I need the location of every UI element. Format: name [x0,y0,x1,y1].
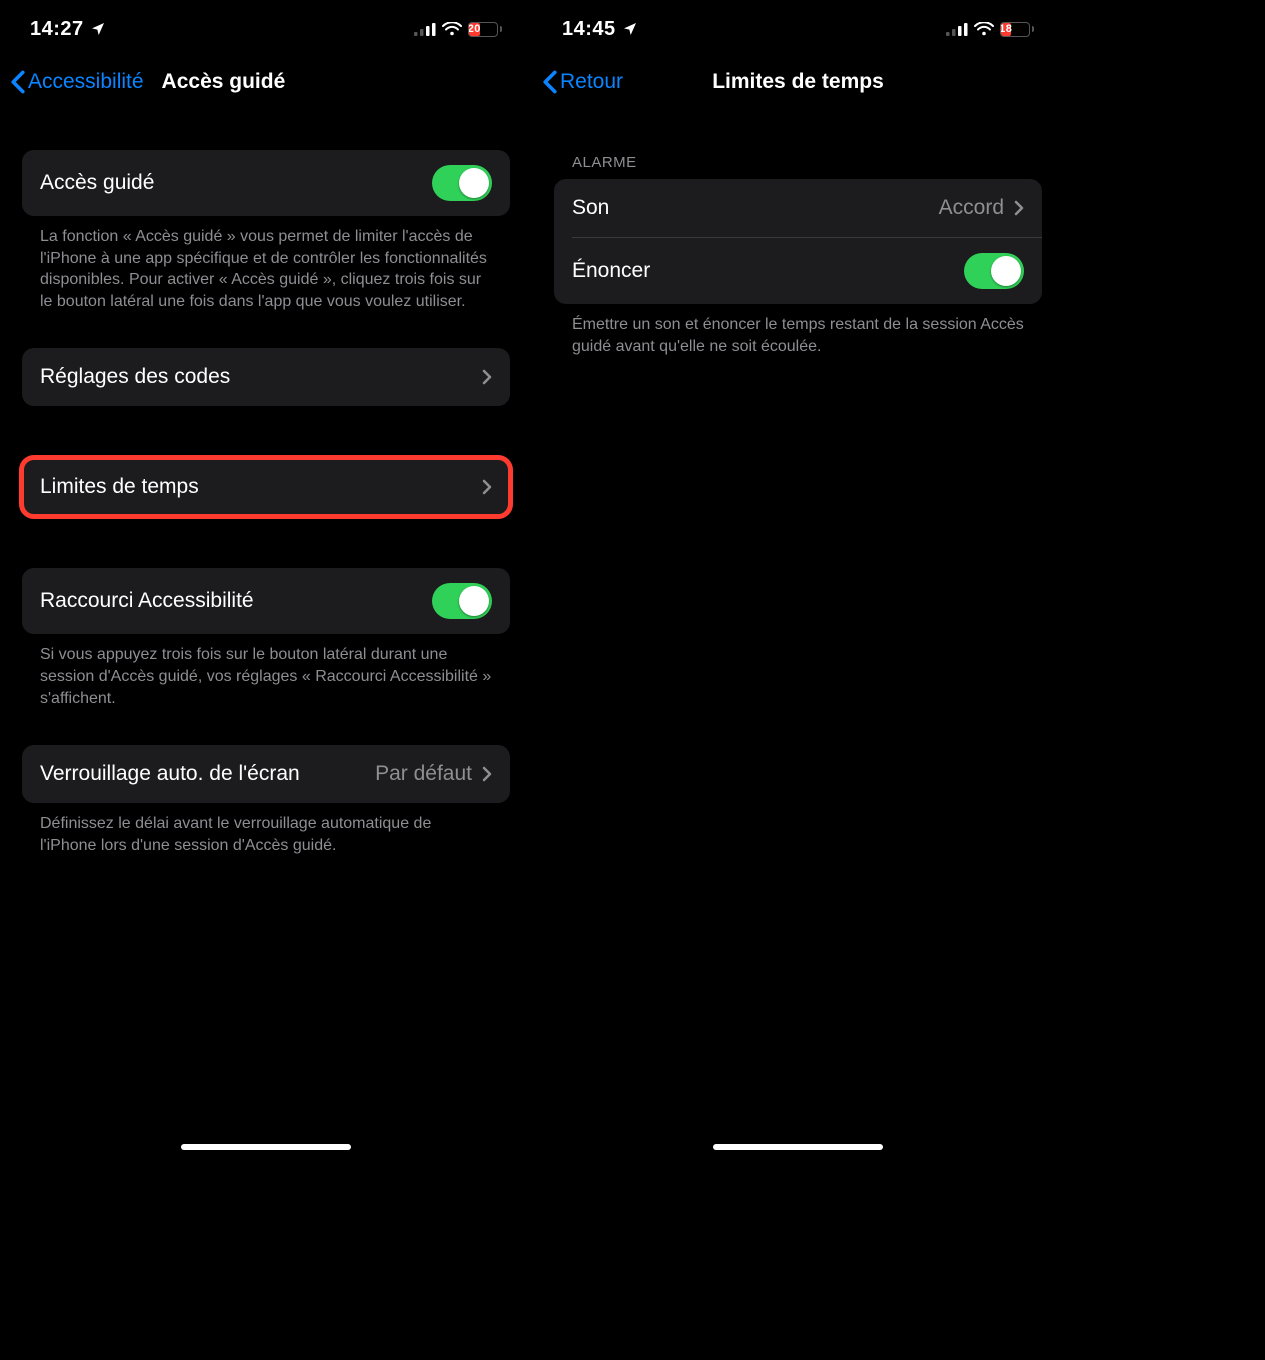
chevron-right-icon [482,766,492,782]
status-bar: 14:27 20 [0,0,532,50]
home-indicator[interactable] [181,1144,351,1150]
nav-bar: Retour Limites de temps [532,50,1064,114]
cell-label: Énoncer [572,259,650,283]
cellular-icon [946,22,968,36]
back-button[interactable]: Retour [542,70,623,94]
page-title: Limites de temps [712,70,884,94]
wifi-icon [442,22,462,36]
time-limits-row[interactable]: Limites de temps [22,458,510,516]
alarm-footer: Émettre un son et énoncer le temps resta… [554,304,1042,357]
battery-level: 18 [1001,23,1011,36]
toggle-switch[interactable] [432,583,492,619]
toggle-switch[interactable] [964,253,1024,289]
battery-icon: 18 [1000,22,1034,37]
section-header: ALARME [554,154,1042,179]
location-icon [622,21,638,37]
accessibility-shortcut-row[interactable]: Raccourci Accessibilité [22,568,510,634]
back-label: Retour [560,70,623,94]
auto-lock-row[interactable]: Verrouillage auto. de l'écran Par défaut [22,745,510,803]
page-title: Accès guidé [144,70,286,94]
cell-value: Accord [939,196,1004,220]
cell-label: Verrouillage auto. de l'écran [40,762,300,786]
cell-label: Son [572,196,609,220]
chevron-right-icon [482,369,492,385]
status-bar: 14:45 18 [532,0,1064,50]
home-indicator[interactable] [713,1144,883,1150]
shortcut-footer: Si vous appuyez trois fois sur le bouton… [22,634,510,709]
cell-label: Accès guidé [40,171,154,195]
cell-label: Réglages des codes [40,365,230,389]
status-time: 14:27 [30,18,84,41]
battery-level: 20 [469,23,480,36]
speak-row[interactable]: Énoncer [572,237,1042,304]
location-icon [90,21,106,37]
back-label: Accessibilité [28,70,144,94]
cell-value: Par défaut [375,762,472,786]
guided-access-footer: La fonction « Accès guidé » vous permet … [22,216,510,312]
back-button[interactable]: Accessibilité [10,70,144,94]
guided-access-toggle-row[interactable]: Accès guidé [22,150,510,216]
passcode-settings-row[interactable]: Réglages des codes [22,348,510,406]
wifi-icon [974,22,994,36]
sound-row[interactable]: Son Accord [554,179,1042,237]
battery-icon: 20 [468,22,502,37]
cell-label: Limites de temps [40,475,199,499]
nav-bar: Accessibilité Accès guidé [0,50,532,114]
autolock-footer: Définissez le délai avant le verrouillag… [22,803,510,856]
cell-label: Raccourci Accessibilité [40,589,254,613]
chevron-right-icon [1014,200,1024,216]
status-time: 14:45 [562,18,616,41]
cellular-icon [414,22,436,36]
chevron-right-icon [482,479,492,495]
toggle-switch[interactable] [432,165,492,201]
